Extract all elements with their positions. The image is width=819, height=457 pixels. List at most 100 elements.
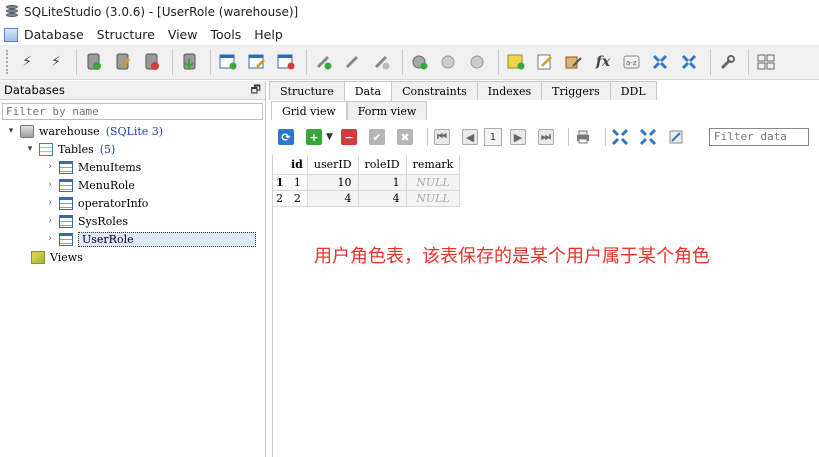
cell-roleid[interactable]: 1 [358, 174, 407, 191]
tile-windows-icon[interactable] [755, 51, 777, 73]
edit-trigger-icon[interactable] [438, 51, 460, 73]
tree-table-userrole[interactable]: › UserRole [45, 230, 256, 248]
expand-arrow-icon[interactable]: › [45, 162, 55, 172]
filter-data-input[interactable]: Filter data [709, 128, 809, 146]
create-view-icon[interactable] [505, 51, 527, 73]
table-icon [59, 214, 73, 228]
edit-index-icon[interactable] [342, 51, 364, 73]
edit-database-icon[interactable] [112, 51, 134, 73]
tab-ddl[interactable]: DDL [609, 81, 657, 100]
drop-trigger-icon[interactable] [467, 51, 489, 73]
menu-tools[interactable]: Tools [210, 27, 241, 42]
cell-userid[interactable]: 4 [307, 190, 359, 207]
expand-arrow-icon[interactable]: › [45, 216, 55, 226]
menu-structure[interactable]: Structure [97, 27, 155, 42]
collapse-arrow-icon[interactable]: ▾ [6, 126, 16, 136]
create-trigger-icon[interactable] [409, 51, 431, 73]
row-number[interactable]: 1 [273, 174, 287, 191]
toolbar-grip[interactable] [6, 50, 12, 74]
tab-grid-view[interactable]: Grid view [271, 101, 347, 120]
table-icon [59, 196, 73, 210]
float-panel-icon[interactable]: 🗗 [251, 81, 261, 100]
column-resize-icon[interactable] [639, 129, 656, 145]
next-page-icon[interactable]: ▶ [509, 129, 526, 145]
apply-filter-icon[interactable] [668, 129, 684, 145]
column-header-userid[interactable]: userID [307, 155, 359, 175]
insert-row-icon[interactable]: + [306, 129, 322, 145]
remove-database-icon[interactable] [141, 51, 163, 73]
toolbar-separator [402, 49, 403, 75]
column-header-id[interactable]: id [287, 155, 308, 175]
collations-editor-icon[interactable]: a-z [621, 51, 643, 73]
tab-data[interactable]: Data [343, 81, 393, 101]
column-header-roleid[interactable]: roleID [358, 155, 407, 175]
cell-remark[interactable]: NULL [406, 174, 461, 191]
row-number[interactable]: 2 [273, 190, 287, 207]
disconnect-db-icon[interactable]: ⚡ [45, 51, 67, 73]
sql-editor-icon[interactable] [534, 51, 556, 73]
cell-id[interactable]: 2 [287, 190, 308, 207]
commit-icon[interactable]: ✔ [368, 129, 385, 145]
refresh-icon[interactable]: ⟳ [278, 129, 294, 145]
table-name: operatorInfo [78, 196, 149, 210]
cell-roleid[interactable]: 4 [358, 190, 407, 207]
table-row[interactable]: 2 2 4 4 NULL [273, 190, 461, 207]
tree-table-menuitems[interactable]: › MenuItems [45, 158, 141, 176]
tree-table-sysroles[interactable]: › SysRoles [45, 212, 128, 230]
previous-page-icon[interactable]: ◀ [461, 129, 478, 145]
create-index-icon[interactable] [313, 51, 335, 73]
tree-views-folder[interactable]: Views [31, 248, 83, 266]
connect-db-icon[interactable]: ⚡ [16, 51, 38, 73]
cell-userid[interactable]: 10 [307, 174, 359, 191]
first-page-icon[interactable]: ⏮ [433, 129, 450, 145]
tab-structure[interactable]: Structure [269, 81, 345, 100]
tab-indexes[interactable]: Indexes [476, 81, 543, 100]
print-icon[interactable] [575, 129, 591, 145]
svg-text:a-z: a-z [626, 59, 637, 67]
tab-constraints[interactable]: Constraints [391, 81, 478, 100]
config-wrench-icon[interactable] [717, 51, 739, 73]
table-header-row: id userID roleID remark [273, 155, 461, 175]
rollback-icon[interactable]: ✖ [396, 129, 413, 145]
ddl-history-icon[interactable] [563, 51, 585, 73]
snippets-icon[interactable] [679, 51, 701, 73]
column-header-remark[interactable]: remark [406, 155, 461, 175]
expand-arrow-icon[interactable]: › [45, 198, 55, 208]
import-database-icon[interactable] [179, 51, 201, 73]
tab-triggers[interactable]: Triggers [541, 81, 611, 100]
cell-id[interactable]: 1 [287, 174, 308, 191]
expand-arrow-icon[interactable]: › [45, 180, 55, 190]
delete-row-icon[interactable]: − [340, 129, 357, 145]
add-database-icon[interactable] [83, 51, 105, 73]
functions-editor-icon[interactable]: fx [592, 51, 614, 73]
edit-table-icon[interactable] [246, 51, 268, 73]
menu-help[interactable]: Help [254, 27, 283, 42]
collapse-arrow-icon[interactable]: ▾ [25, 144, 35, 154]
last-page-icon[interactable]: ⏭ [537, 129, 554, 145]
tree-database-warehouse[interactable]: ▾ warehouse (SQLite 3) [6, 122, 163, 140]
mdi-window-icon[interactable] [4, 27, 18, 42]
table-name: MenuRole [78, 178, 135, 192]
table-row[interactable]: 1 1 10 1 NULL [273, 174, 461, 191]
toolbar-separator [710, 49, 711, 75]
create-table-icon[interactable] [217, 51, 239, 73]
table-window-tabs: Structure Data Constraints Indexes Trigg… [269, 81, 657, 101]
insert-row-dropdown-icon[interactable]: ▼ [326, 132, 333, 142]
tree-table-operatorinfo[interactable]: › operatorInfo [45, 194, 148, 212]
cell-remark[interactable]: NULL [406, 190, 461, 207]
table-name: UserRole [78, 231, 256, 247]
menu-view[interactable]: View [168, 27, 198, 42]
table-name: SysRoles [78, 214, 128, 228]
page-number[interactable]: 1 [483, 128, 502, 146]
extensions-icon[interactable] [650, 51, 672, 73]
data-grid: id userID roleID remark 1 1 10 1 NULL 2 … [272, 155, 819, 457]
drop-index-icon[interactable] [371, 51, 393, 73]
tree-tables-folder[interactable]: ▾ Tables (5) [25, 140, 115, 158]
tab-form-view[interactable]: Form view [346, 101, 428, 120]
expand-arrow-icon[interactable]: › [45, 234, 55, 244]
drop-table-icon[interactable] [275, 51, 297, 73]
tree-table-menurole[interactable]: › MenuRole [45, 176, 135, 194]
menu-database[interactable]: Database [24, 27, 84, 42]
filter-by-name-input[interactable]: Filter by name [2, 103, 263, 120]
toggle-filter-icon[interactable] [611, 129, 628, 145]
